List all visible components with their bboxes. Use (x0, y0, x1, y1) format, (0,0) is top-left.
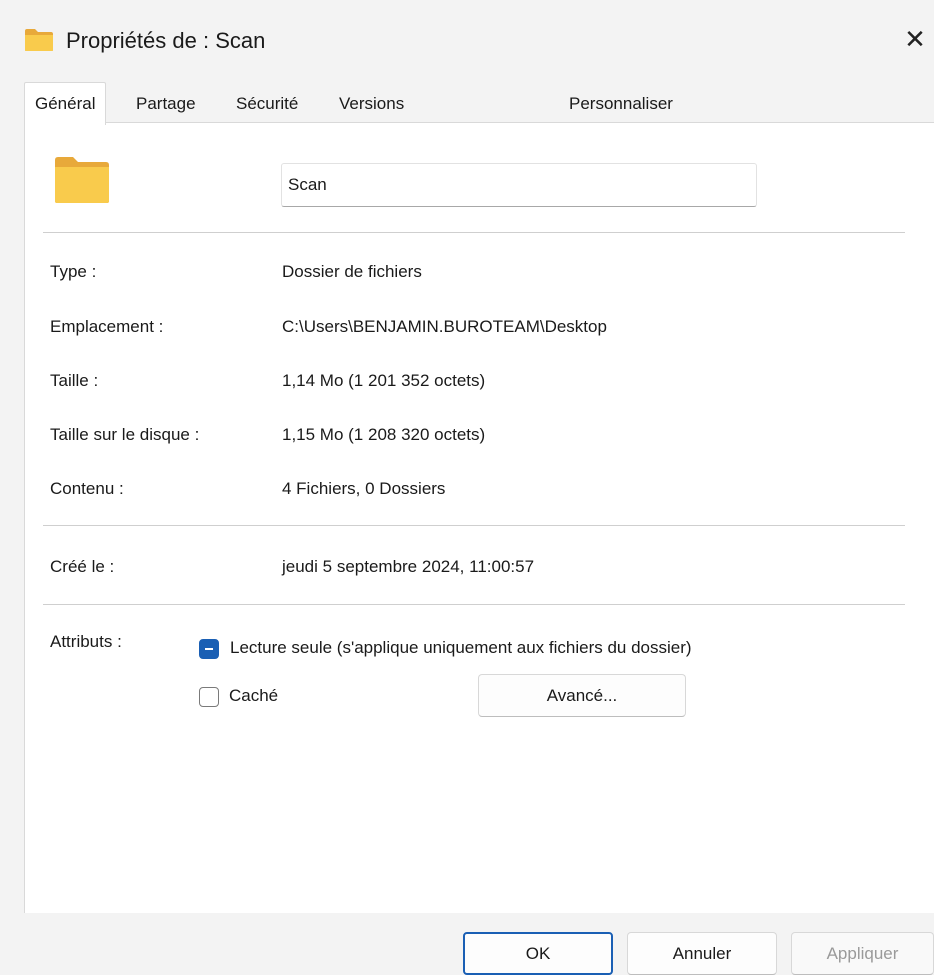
tab-previous-versions[interactable]: Versions précédentes (339, 84, 433, 153)
readonly-label[interactable]: Lecture seule (s'applique uniquement aux… (230, 638, 692, 658)
readonly-checkbox[interactable] (199, 639, 219, 659)
ok-button[interactable]: OK (463, 932, 613, 975)
created-label: Créé le : (50, 557, 115, 576)
apply-button[interactable]: Appliquer (791, 932, 934, 975)
hidden-checkbox[interactable] (199, 687, 219, 707)
contents-label: Contenu : (50, 479, 124, 498)
separator (43, 525, 905, 526)
size-label: Taille : (50, 371, 99, 390)
size-on-disk-value: 1,15 Mo (1 208 320 octets) (282, 425, 486, 444)
indeterminate-icon (205, 648, 213, 650)
type-label: Type : (50, 262, 97, 281)
type-value: Dossier de fichiers (282, 262, 422, 281)
separator (43, 232, 905, 233)
general-panel: Type : Dossier de fichiers Emplacement :… (24, 122, 934, 913)
properties-dialog: Propriétés de : Scan ✕ Général Partage S… (0, 0, 934, 975)
tab-general[interactable]: Général (24, 82, 107, 125)
created-value: jeudi 5 septembre 2024, 11:00:57 (282, 557, 535, 576)
cancel-button[interactable]: Annuler (627, 932, 777, 975)
folder-name-input[interactable] (281, 163, 757, 207)
attributes-label: Attributs : (50, 632, 122, 651)
advanced-button[interactable]: Avancé... (478, 674, 686, 717)
folder-icon (24, 28, 54, 52)
contents-value: 4 Fichiers, 0 Dossiers (282, 479, 446, 498)
tab-sharing[interactable]: Partage (136, 84, 196, 124)
folder-icon (53, 155, 111, 205)
tab-security[interactable]: Sécurité (236, 84, 298, 124)
close-button[interactable]: ✕ (900, 24, 930, 54)
separator (43, 604, 905, 605)
size-on-disk-label: Taille sur le disque : (50, 425, 200, 444)
window-title: Propriétés de : Scan (66, 28, 266, 53)
close-icon: ✕ (904, 24, 926, 54)
location-label: Emplacement : (50, 317, 164, 336)
location-value: C:\Users\BENJAMIN.BUROTEAM\Desktop (282, 317, 607, 336)
tab-customize[interactable]: Personnaliser (569, 84, 673, 124)
title-bar[interactable]: Propriétés de : Scan ✕ (0, 0, 934, 82)
size-value: 1,14 Mo (1 201 352 octets) (282, 371, 486, 390)
hidden-label[interactable]: Caché (229, 686, 278, 706)
